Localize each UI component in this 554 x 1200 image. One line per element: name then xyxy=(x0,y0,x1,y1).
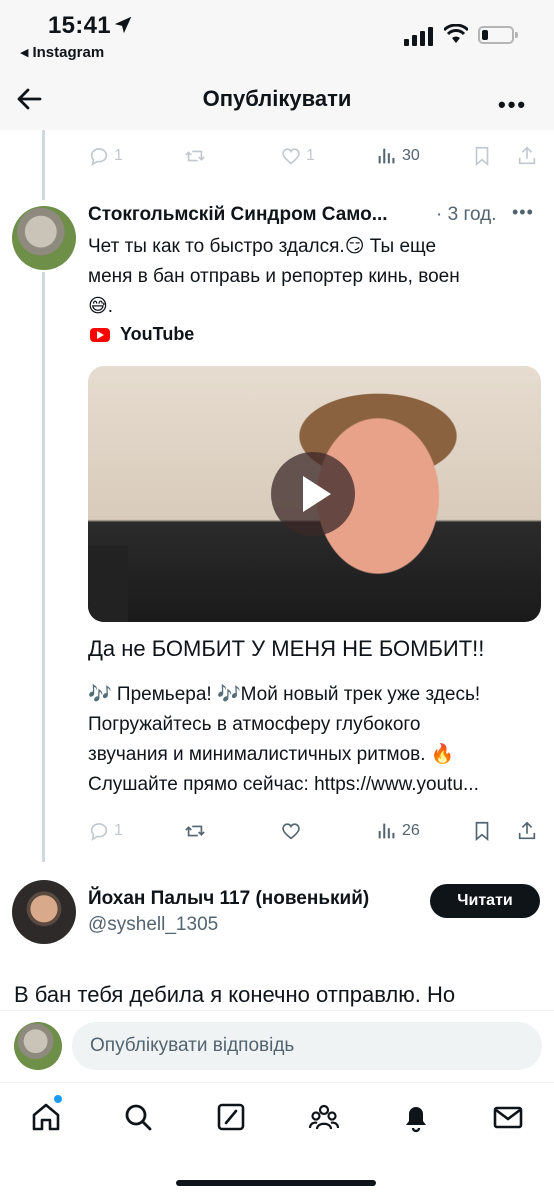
tweet-more-icon[interactable]: ••• xyxy=(512,202,534,223)
previous-tweet-actions: 1 1 30 xyxy=(88,145,538,171)
author-name[interactable]: Стокгольмскій Синдром Само... xyxy=(88,204,388,226)
card-source: YouTube xyxy=(90,324,194,345)
home-indicator xyxy=(176,1180,376,1186)
reply-button[interactable]: 1 xyxy=(88,145,123,167)
home-icon[interactable] xyxy=(30,1101,62,1133)
cellular-signal-icon xyxy=(404,27,433,46)
reply-button[interactable]: 1 xyxy=(88,820,123,842)
tweet-text-line: меня в бан отправь и репортер кинь, воен xyxy=(88,266,460,287)
like-button[interactable] xyxy=(280,820,302,842)
reply-user-handle[interactable]: @syshell_1305 xyxy=(88,914,218,936)
like-count: 1 xyxy=(306,147,315,164)
my-avatar xyxy=(14,1022,62,1070)
views-chart-icon xyxy=(378,823,395,839)
retweet-icon xyxy=(185,825,205,837)
card-description-line: Слушайте прямо сейчас: https://www.youtu… xyxy=(88,774,479,795)
retweet-icon xyxy=(185,150,205,162)
notifications-icon[interactable] xyxy=(400,1101,432,1133)
follow-button[interactable]: Читати xyxy=(430,884,540,918)
battery-cap xyxy=(515,32,518,38)
share-button[interactable] xyxy=(516,820,538,842)
retweet-button[interactable] xyxy=(184,145,206,167)
view-count: 26 xyxy=(402,822,420,839)
bookmark-button[interactable] xyxy=(471,145,493,167)
tweet-text-line: 😅. xyxy=(88,296,114,317)
views-button[interactable]: 30 xyxy=(376,145,420,167)
reply-user-name[interactable]: Йохан Палыч 117 (новенький) xyxy=(88,888,369,910)
retweet-button[interactable] xyxy=(184,820,206,842)
battery-icon xyxy=(478,26,514,44)
location-arrow-icon xyxy=(114,16,132,34)
back-triangle-icon: ◀ xyxy=(20,47,29,59)
reply-count: 1 xyxy=(114,147,123,164)
share-icon xyxy=(518,146,536,165)
views-chart-icon xyxy=(378,148,395,164)
reply-icon xyxy=(90,148,108,166)
status-time: 15:41 xyxy=(48,12,111,39)
bookmark-button[interactable] xyxy=(471,820,493,842)
messages-icon[interactable] xyxy=(492,1101,524,1133)
card-description-line: звучания и минималистичных ритмов. 🔥 xyxy=(88,744,455,765)
search-icon[interactable] xyxy=(122,1101,154,1133)
heart-icon xyxy=(282,148,300,165)
tweet-text: Чет ты как то быстро здался.😏 Ты еще мен… xyxy=(88,232,528,322)
tweet-time: · 3 год. xyxy=(436,204,497,225)
wifi-icon xyxy=(444,24,468,43)
communities-icon[interactable] xyxy=(308,1101,340,1133)
bookmark-icon xyxy=(475,146,489,167)
view-count: 30 xyxy=(402,147,420,164)
card-description-line: Погружайтесь в атмосферу глубокого xyxy=(88,714,421,735)
card-title[interactable]: Да не БОМБИТ У МЕНЯ НЕ БОМБИТ!! xyxy=(88,636,484,662)
bookmark-icon xyxy=(475,821,489,842)
play-icon[interactable] xyxy=(271,452,355,536)
status-bar: 15:41 ◀ Instagram xyxy=(0,0,554,70)
battery-level xyxy=(482,30,488,40)
author-avatar[interactable] xyxy=(12,206,76,270)
tweet-actions: 1 26 xyxy=(88,820,538,846)
reply-user-avatar[interactable] xyxy=(12,880,76,944)
card-description: 🎶 Премьера! 🎶Мой новый трек уже здесь! П… xyxy=(88,680,543,800)
video-background-shape xyxy=(88,546,128,622)
top-header: Опублікувати ••• xyxy=(0,70,554,130)
tweet-text-line: Чет ты как то быстро здался.😏 Ты еще xyxy=(88,236,437,257)
thread-line xyxy=(42,130,45,200)
card-source-label: YouTube xyxy=(120,324,195,344)
share-icon xyxy=(518,821,536,840)
thread-line xyxy=(42,272,45,862)
heart-icon xyxy=(282,823,300,840)
share-button[interactable] xyxy=(516,145,538,167)
views-button[interactable]: 26 xyxy=(376,820,420,842)
back-to-app-link[interactable]: ◀ Instagram xyxy=(20,44,104,61)
home-notification-dot xyxy=(54,1095,62,1103)
card-description-line: 🎶 Премьера! 🎶Мой новый трек уже здесь! xyxy=(88,684,481,705)
reply-text: В бан тебя дебила я конечно отправлю. Но xyxy=(14,982,456,1007)
like-button[interactable]: 1 xyxy=(280,145,315,167)
youtube-logo-icon xyxy=(90,327,110,342)
reply-icon xyxy=(90,823,108,841)
back-app-label: Instagram xyxy=(32,44,105,61)
reply-count: 1 xyxy=(114,822,123,839)
compose-icon[interactable] xyxy=(215,1101,247,1133)
video-thumbnail[interactable] xyxy=(88,366,541,622)
more-options-icon[interactable]: ••• xyxy=(498,92,527,118)
page-title: Опублікувати xyxy=(202,86,352,111)
reply-input[interactable]: Опублікувати відповідь xyxy=(72,1022,542,1070)
